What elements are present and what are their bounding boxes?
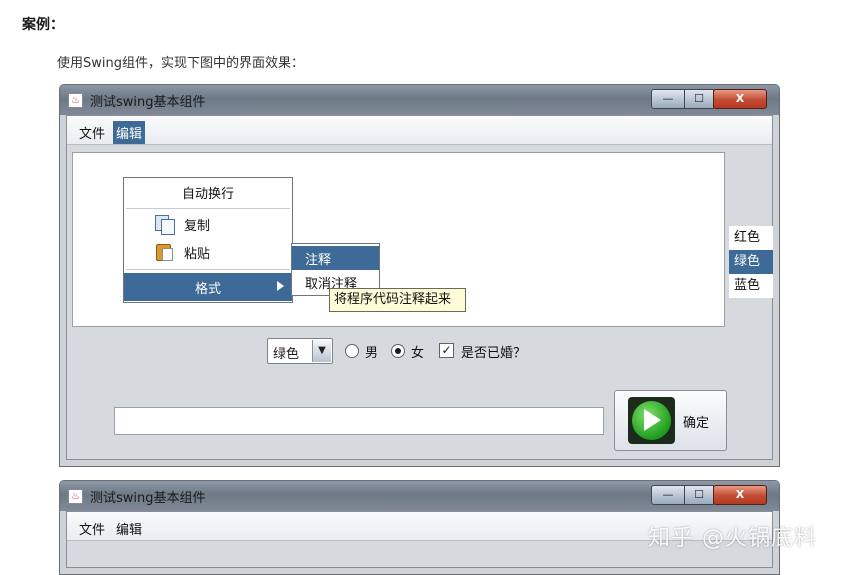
ok-button[interactable]: 确定 bbox=[614, 390, 727, 451]
close-button[interactable]: X bbox=[713, 485, 767, 505]
minimize-button[interactable]: — bbox=[651, 89, 685, 109]
submenu-arrow-icon bbox=[277, 281, 284, 291]
article-intro: 使用Swing组件，实现下图中的界面效果： bbox=[57, 56, 304, 71]
minimize-button[interactable]: — bbox=[651, 485, 685, 505]
color-list[interactable]: 红色 绿色 蓝色 bbox=[729, 226, 773, 298]
title-bar[interactable]: ♨ 测试swing基本组件 — ☐ X bbox=[60, 481, 779, 511]
radio-male-label: 男 bbox=[365, 346, 379, 361]
window-title: 测试swing基本组件 bbox=[90, 95, 206, 110]
radio-female-label: 女 bbox=[411, 346, 425, 361]
copy-icon bbox=[154, 214, 175, 235]
menu-file[interactable]: 文件 bbox=[76, 517, 108, 540]
combo-value: 绿色 bbox=[273, 347, 300, 362]
menu-item-copy[interactable]: 复制 bbox=[124, 210, 292, 238]
list-item-red[interactable]: 红色 bbox=[729, 226, 773, 250]
edit-menu-popup: 自动换行 复制 粘贴 格式 bbox=[123, 177, 293, 303]
java-app-icon: ♨ bbox=[68, 93, 83, 108]
maximize-button[interactable]: ☐ bbox=[684, 89, 714, 109]
content-pane: 文件 编辑 红色 绿色 蓝色 绿色 ▼ 男 女 ✓ 是否已婚？ 确定 自动换行 … bbox=[66, 115, 773, 460]
maximize-button[interactable]: ☐ bbox=[684, 485, 714, 505]
menu-bar: 文件 编辑 bbox=[67, 116, 772, 145]
text-field[interactable] bbox=[114, 407, 604, 435]
menu-item-paste[interactable]: 粘贴 bbox=[124, 238, 292, 266]
menu-edit[interactable]: 编辑 bbox=[113, 517, 145, 540]
menu-item-auto-wrap[interactable]: 自动换行 bbox=[124, 178, 292, 206]
radio-male[interactable] bbox=[345, 344, 359, 358]
radio-female[interactable] bbox=[391, 344, 405, 358]
play-icon bbox=[628, 397, 675, 444]
list-item-green[interactable]: 绿色 bbox=[729, 250, 773, 274]
tooltip: 将程序代码注释起来 bbox=[329, 288, 466, 312]
submenu-item-comment[interactable]: 注释 bbox=[292, 246, 379, 270]
window-title: 测试swing基本组件 bbox=[90, 491, 206, 506]
java-app-icon: ♨ bbox=[68, 489, 83, 504]
chevron-down-icon[interactable]: ▼ bbox=[312, 340, 331, 362]
married-label: 是否已婚？ bbox=[461, 346, 527, 361]
swing-window-demo: ♨ 测试swing基本组件 — ☐ X 文件 编辑 红色 绿色 蓝色 绿色 ▼ … bbox=[59, 84, 780, 467]
menu-separator bbox=[126, 269, 290, 270]
menu-separator bbox=[126, 208, 290, 209]
ok-button-label: 确定 bbox=[683, 416, 710, 431]
paste-icon bbox=[154, 242, 174, 262]
close-button[interactable]: X bbox=[713, 89, 767, 109]
color-combo-box[interactable]: 绿色 ▼ bbox=[267, 338, 333, 364]
list-item-blue[interactable]: 蓝色 bbox=[729, 274, 773, 298]
title-bar[interactable]: ♨ 测试swing基本组件 — ☐ X bbox=[60, 85, 779, 115]
article-heading: 案例： bbox=[22, 17, 64, 33]
married-checkbox[interactable]: ✓ bbox=[439, 343, 454, 358]
menu-item-format[interactable]: 格式 bbox=[124, 273, 292, 301]
menu-file[interactable]: 文件 bbox=[76, 121, 108, 144]
watermark: 知乎 @火锅底料 bbox=[648, 526, 817, 551]
menu-edit[interactable]: 编辑 bbox=[113, 121, 146, 144]
